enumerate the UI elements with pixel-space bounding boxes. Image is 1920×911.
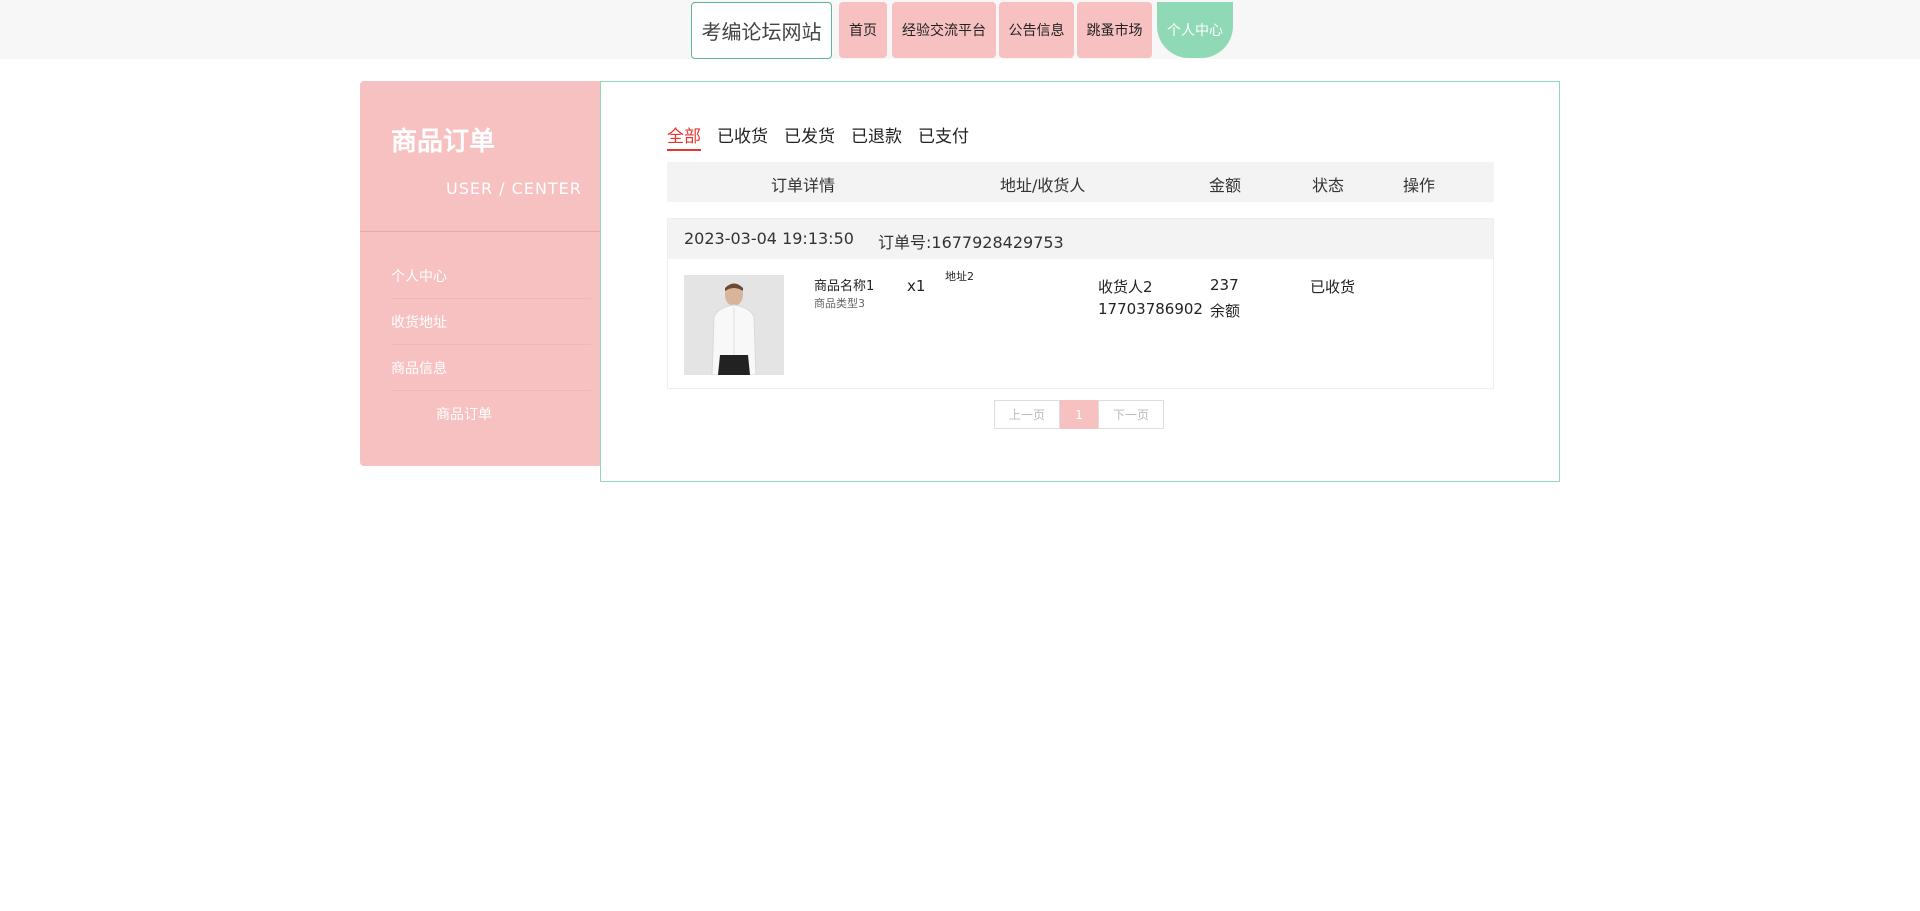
- order-panel: 全部 已收货 已发货 已退款 已支付 订单详情 地址/收货人 金额 状态 操作 …: [600, 81, 1560, 482]
- sidebar-title: 商品订单: [391, 127, 496, 157]
- order-row-header: 2023-03-04 19:13:50 订单号:1677928429753: [668, 219, 1493, 259]
- sidebar-item-user-center[interactable]: 个人中心: [391, 253, 591, 299]
- header-actions: 操作: [1403, 176, 1436, 195]
- order-status: 已收货: [1310, 278, 1356, 296]
- tab-refunded[interactable]: 已退款: [851, 122, 902, 151]
- product-type: 商品类型3: [814, 297, 865, 310]
- site-title[interactable]: 考编论坛网站: [691, 2, 832, 59]
- sidebar-subtitle: USER / CENTER: [446, 179, 582, 198]
- header-address-receiver: 地址/收货人: [1000, 176, 1086, 195]
- sidebar-divider: [360, 231, 600, 232]
- order-status-tabs: 全部 已收货 已发货 已退款 已支付: [667, 122, 985, 151]
- sidebar-item-orders[interactable]: 商品订单: [436, 391, 591, 437]
- nav-item-flea-market[interactable]: 跳蚤市场: [1077, 2, 1152, 58]
- order-receiver: 收货人2: [1098, 278, 1153, 296]
- pagination-next-button[interactable]: 下一页: [1098, 400, 1164, 429]
- tab-received[interactable]: 已收货: [717, 122, 768, 151]
- header-amount: 金额: [1209, 176, 1242, 195]
- table-header: 订单详情 地址/收货人 金额 状态 操作: [667, 162, 1494, 202]
- product-name[interactable]: 商品名称1: [814, 275, 874, 294]
- nav-item-user-center[interactable]: 个人中心: [1157, 2, 1233, 58]
- order-number: 订单号:1677928429753: [878, 233, 1064, 252]
- nav-item-notice[interactable]: 公告信息: [999, 2, 1074, 58]
- nav-item-experience[interactable]: 经验交流平台: [892, 2, 996, 58]
- sidebar-item-address[interactable]: 收货地址: [391, 299, 591, 345]
- tab-all[interactable]: 全部: [667, 122, 701, 151]
- product-image[interactable]: [684, 275, 784, 375]
- order-time: 2023-03-04 19:13:50: [684, 229, 854, 248]
- pagination: 上一页 1 下一页: [994, 400, 1164, 429]
- nav-item-home[interactable]: 首页: [839, 2, 887, 58]
- sidebar: 商品订单 USER / CENTER 个人中心 收货地址 商品信息 商品订单: [360, 81, 600, 466]
- top-nav-bar: 考编论坛网站 首页 经验交流平台 公告信息 跳蚤市场 个人中心: [0, 0, 1920, 59]
- tab-paid[interactable]: 已支付: [918, 122, 969, 151]
- sidebar-item-products[interactable]: 商品信息: [391, 345, 591, 391]
- product-quantity: x1: [907, 277, 926, 295]
- pagination-prev-button[interactable]: 上一页: [994, 400, 1060, 429]
- pagination-page-1[interactable]: 1: [1060, 400, 1098, 429]
- order-address: 地址2: [945, 270, 974, 283]
- order-phone: 17703786902: [1098, 300, 1203, 318]
- header-order-detail: 订单详情: [771, 176, 836, 195]
- order-pay-method: 余额: [1210, 302, 1241, 320]
- order-amount: 237: [1210, 276, 1239, 294]
- order-row: 2023-03-04 19:13:50 订单号:1677928429753 商品…: [667, 218, 1494, 389]
- product-photo-illustration: [684, 275, 784, 375]
- header-status: 状态: [1312, 176, 1345, 195]
- tab-shipped[interactable]: 已发货: [784, 122, 835, 151]
